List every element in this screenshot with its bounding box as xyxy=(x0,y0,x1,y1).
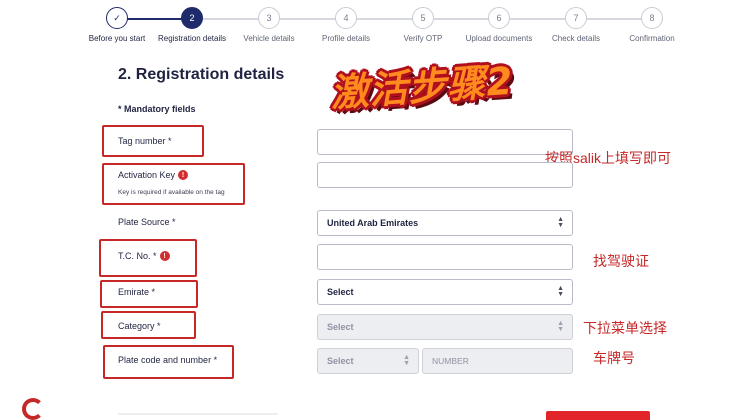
step-label: Verify OTP xyxy=(403,34,443,43)
plate-source-label: Plate Source * xyxy=(118,217,176,227)
activation-key-hint: Key is required if available on the tag xyxy=(118,189,225,196)
step-stamp-annotation: 激活步骤2 xyxy=(328,58,516,116)
step-number: 3 xyxy=(258,7,280,29)
category-label: Category * xyxy=(118,321,161,331)
mandatory-note: * Mandatory fields xyxy=(118,104,196,114)
activation-key-input[interactable] xyxy=(317,162,573,188)
next-button[interactable] xyxy=(546,411,650,420)
step-verify-otp: 5 Verify OTP xyxy=(383,7,463,43)
category-select[interactable]: Select ▲ ▼ xyxy=(317,314,573,340)
footer-divider xyxy=(118,413,278,415)
chevron-updown-icon: ▲ ▼ xyxy=(557,216,564,229)
step-number: 5 xyxy=(412,7,434,29)
page-title: 2. Registration details xyxy=(118,66,285,83)
plate-source-select[interactable]: United Arab Emirates ▲ ▼ xyxy=(317,210,573,236)
info-icon[interactable]: ! xyxy=(159,251,170,261)
tc-no-input[interactable] xyxy=(317,244,573,270)
plate-number-input[interactable]: NUMBER xyxy=(422,348,573,374)
plate-code-label: Plate code and number * xyxy=(118,355,218,365)
step-label: Confirmation xyxy=(629,34,675,43)
step-profile-details: 4 Profile details xyxy=(306,7,386,43)
chevron-updown-icon: ▲ ▼ xyxy=(403,354,410,367)
plate-code-select[interactable]: Select ▲ ▼ xyxy=(317,348,419,374)
check-icon: ✓ xyxy=(106,7,128,29)
step-label: Vehicle details xyxy=(243,34,295,43)
emirate-label: Emirate * xyxy=(118,287,156,297)
tc-no-label: T.C. No. * ! xyxy=(118,251,170,261)
chevron-updown-icon: ▲ ▼ xyxy=(557,320,564,333)
plate-annotation: 车牌号 xyxy=(593,350,635,366)
step-registration-details: 2 Registration details xyxy=(152,7,232,43)
step-number: 8 xyxy=(641,7,663,29)
info-icon[interactable]: ! xyxy=(178,170,189,180)
chevron-updown-icon: ▲ ▼ xyxy=(557,285,564,298)
tag-number-label: Tag number * xyxy=(118,136,172,146)
license-annotation: 找驾驶证 xyxy=(593,253,649,269)
step-upload-documents: 6 Upload documents xyxy=(459,7,539,43)
step-check-details: 7 Check details xyxy=(536,7,616,43)
step-vehicle-details: 3 Vehicle details xyxy=(229,7,309,43)
progress-stepper: ✓ Before you start 2 Registration detail… xyxy=(0,0,750,50)
step-before-you-start[interactable]: ✓ Before you start xyxy=(77,7,157,43)
tag-number-input[interactable] xyxy=(317,129,573,155)
activation-key-label: Activation Key ! xyxy=(118,170,189,180)
step-number: 7 xyxy=(565,7,587,29)
step-confirmation: 8 Confirmation xyxy=(612,7,692,43)
step-number: 2 xyxy=(181,7,203,29)
step-label: Before you start xyxy=(88,34,146,43)
brand-logo-icon xyxy=(22,398,44,420)
step-label: Upload documents xyxy=(465,34,533,43)
step-label: Registration details xyxy=(157,34,227,43)
dropdown-annotation: 下拉菜单选择 xyxy=(583,320,667,336)
step-label: Check details xyxy=(551,34,601,43)
step-label: Profile details xyxy=(321,34,371,43)
step-number: 6 xyxy=(488,7,510,29)
emirate-select[interactable]: Select ▲ ▼ xyxy=(317,279,573,305)
step-number: 4 xyxy=(335,7,357,29)
